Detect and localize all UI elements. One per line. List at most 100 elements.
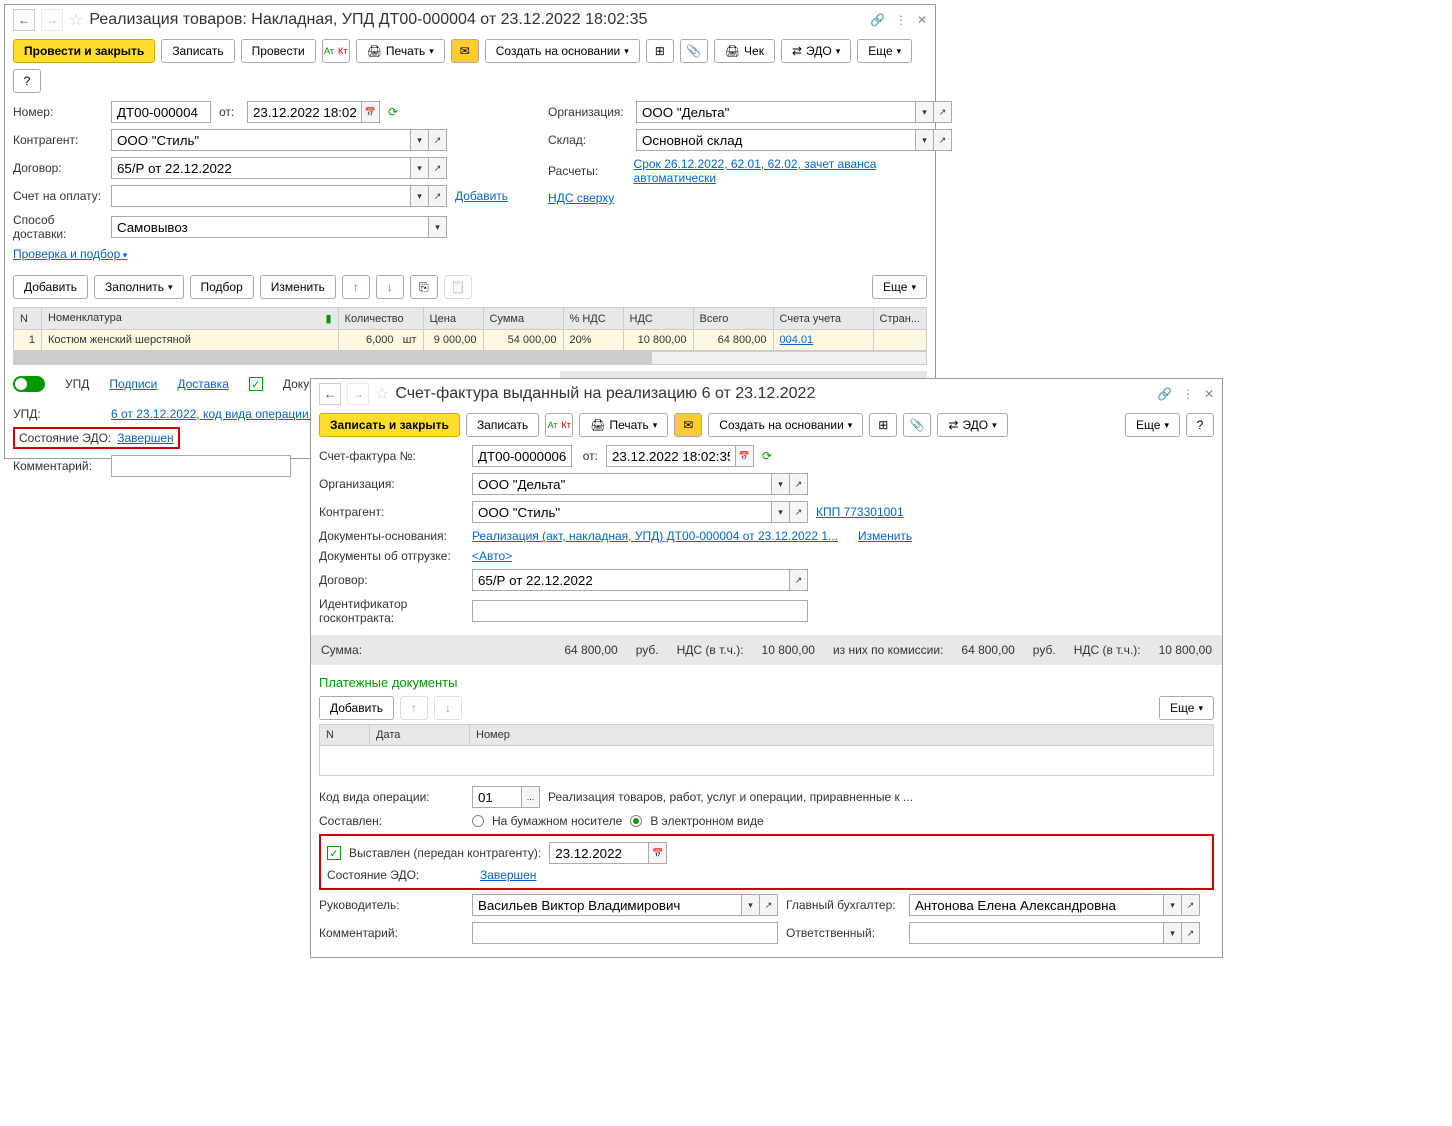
mail-icon[interactable]: ✉ — [451, 39, 479, 63]
more-button[interactable]: Еще — [1125, 413, 1180, 437]
op-code-input[interactable] — [472, 786, 522, 808]
dropdown-icon[interactable]: ▾ — [411, 157, 429, 179]
edo-button[interactable]: ⇄ ЭДО — [937, 413, 1007, 437]
attach-icon[interactable]: 📎 — [903, 413, 931, 437]
calendar-icon[interactable]: 📅 — [736, 445, 754, 467]
col-number[interactable]: Номер — [470, 725, 1214, 746]
more-button[interactable]: Еще — [857, 39, 912, 63]
dropdown-icon[interactable]: ▾ — [411, 129, 429, 151]
create-based-button[interactable]: Создать на основании — [485, 39, 640, 63]
comment-input[interactable] — [472, 922, 778, 944]
number-input[interactable] — [111, 101, 211, 123]
refresh-icon[interactable]: ⟳ — [388, 105, 398, 119]
back-button[interactable]: ← — [319, 383, 341, 405]
star-icon[interactable]: ☆ — [69, 10, 83, 30]
open-icon[interactable]: ↗ — [934, 101, 952, 123]
col-nom[interactable]: Номенклатура ▮ — [42, 308, 339, 330]
col-sum[interactable]: Сумма — [483, 308, 563, 330]
calc-link[interactable]: Срок 26.12.2022, 62.01, 62.02, зачет ава… — [634, 157, 953, 185]
open-icon[interactable]: ↗ — [429, 185, 447, 207]
link-icon[interactable]: 🔗 — [870, 13, 885, 27]
dropdown-icon[interactable]: ▾ — [916, 101, 934, 123]
dtkt-icon[interactable]: АтКт — [545, 413, 573, 437]
dropdown-icon[interactable]: ▾ — [1164, 894, 1182, 916]
open-icon[interactable]: ↗ — [790, 569, 808, 591]
move-down-icon[interactable]: ↓ — [434, 696, 462, 720]
menu-icon[interactable]: ⋮ — [895, 13, 907, 27]
dropdown-icon[interactable]: ▾ — [772, 473, 790, 495]
open-icon[interactable]: ↗ — [790, 473, 808, 495]
copy-icon[interactable]: ⎘ — [410, 275, 438, 299]
save-button[interactable]: Записать — [161, 39, 234, 63]
calendar-icon[interactable]: 📅 — [362, 101, 380, 123]
edo-state-link[interactable]: Завершен — [480, 868, 536, 882]
related-icon[interactable]: ⊞ — [869, 413, 897, 437]
forward-button[interactable]: → — [347, 383, 369, 405]
mail-icon[interactable]: ✉ — [674, 413, 702, 437]
open-icon[interactable]: ↗ — [760, 894, 778, 916]
dogovor-input[interactable] — [472, 569, 790, 591]
dropdown-icon[interactable]: ▾ — [411, 185, 429, 207]
contract-id-input[interactable] — [472, 600, 808, 622]
col-n[interactable]: N — [14, 308, 42, 330]
dropdown-icon[interactable]: ▾ — [916, 129, 934, 151]
close-icon[interactable]: ✕ — [917, 13, 927, 27]
invoice-input[interactable] — [111, 185, 411, 207]
move-up-icon[interactable]: ↑ — [342, 275, 370, 299]
select-button[interactable]: Подбор — [190, 275, 254, 299]
upd-toggle[interactable] — [13, 376, 45, 392]
edo-state-link[interactable]: Завершен — [117, 431, 173, 445]
org-input[interactable] — [472, 473, 772, 495]
dropdown-icon[interactable]: ▾ — [1164, 922, 1182, 944]
print-button[interactable]: 🖨 Печать — [356, 39, 445, 63]
star-icon[interactable]: ☆ — [375, 384, 389, 404]
paste-icon[interactable]: 📋 — [444, 275, 472, 299]
col-country[interactable]: Стран... — [873, 308, 926, 330]
col-total[interactable]: Всего — [693, 308, 773, 330]
change-button[interactable]: Изменить — [260, 275, 336, 299]
dropdown-icon[interactable]: ▾ — [429, 216, 447, 238]
paper-radio[interactable] — [472, 815, 484, 827]
col-date[interactable]: Дата — [370, 725, 470, 746]
dropdown-icon[interactable]: ▾ — [742, 894, 760, 916]
col-vatpct[interactable]: % НДС — [563, 308, 623, 330]
close-icon[interactable]: ✕ — [1204, 387, 1214, 401]
open-icon[interactable]: ↗ — [429, 157, 447, 179]
edo-button[interactable]: ⇄ ЭДО — [781, 39, 851, 63]
add-payment-button[interactable]: Добавить — [319, 696, 394, 720]
signatures-link[interactable]: Подписи — [109, 377, 157, 391]
add-item-button[interactable]: Добавить — [13, 275, 88, 299]
open-icon[interactable]: ↗ — [1182, 894, 1200, 916]
org-input[interactable] — [636, 101, 916, 123]
related-icon[interactable]: ⊞ — [646, 39, 674, 63]
check-select-link[interactable]: Проверка и подбор — [13, 247, 127, 261]
date-input[interactable] — [606, 445, 736, 467]
attach-icon[interactable]: 📎 — [680, 39, 708, 63]
save-button[interactable]: Записать — [466, 413, 539, 437]
contr-input[interactable] — [472, 501, 772, 523]
acc-input[interactable] — [909, 894, 1164, 916]
open-icon[interactable]: ↗ — [429, 129, 447, 151]
col-price[interactable]: Цена — [423, 308, 483, 330]
fill-button[interactable]: Заполнить — [94, 275, 183, 299]
delivery-input[interactable] — [111, 216, 429, 238]
payments-more-button[interactable]: Еще — [1159, 696, 1214, 720]
dropdown-icon[interactable]: ▾ — [772, 501, 790, 523]
calendar-icon[interactable]: 📅 — [649, 842, 667, 864]
open-icon[interactable]: ↗ — [790, 501, 808, 523]
add-link[interactable]: Добавить — [455, 189, 508, 203]
resp-input[interactable] — [909, 922, 1164, 944]
col-account[interactable]: Счета учета — [773, 308, 873, 330]
dogovor-input[interactable] — [111, 157, 411, 179]
cheque-button[interactable]: 🖨 Чек — [714, 39, 775, 63]
create-based-button[interactable]: Создать на основании — [708, 413, 863, 437]
help-button[interactable]: ? — [1186, 413, 1214, 437]
items-more-button[interactable]: Еще — [872, 275, 927, 299]
post-close-button[interactable]: Провести и закрыть — [13, 39, 155, 63]
save-close-button[interactable]: Записать и закрыть — [319, 413, 460, 437]
forward-button[interactable]: → — [41, 9, 63, 31]
basis-link[interactable]: Реализация (акт, накладная, УПД) ДТ00-00… — [472, 529, 838, 543]
open-icon[interactable]: ↗ — [934, 129, 952, 151]
comment-input[interactable] — [111, 455, 291, 477]
change-link[interactable]: Изменить — [858, 529, 912, 543]
